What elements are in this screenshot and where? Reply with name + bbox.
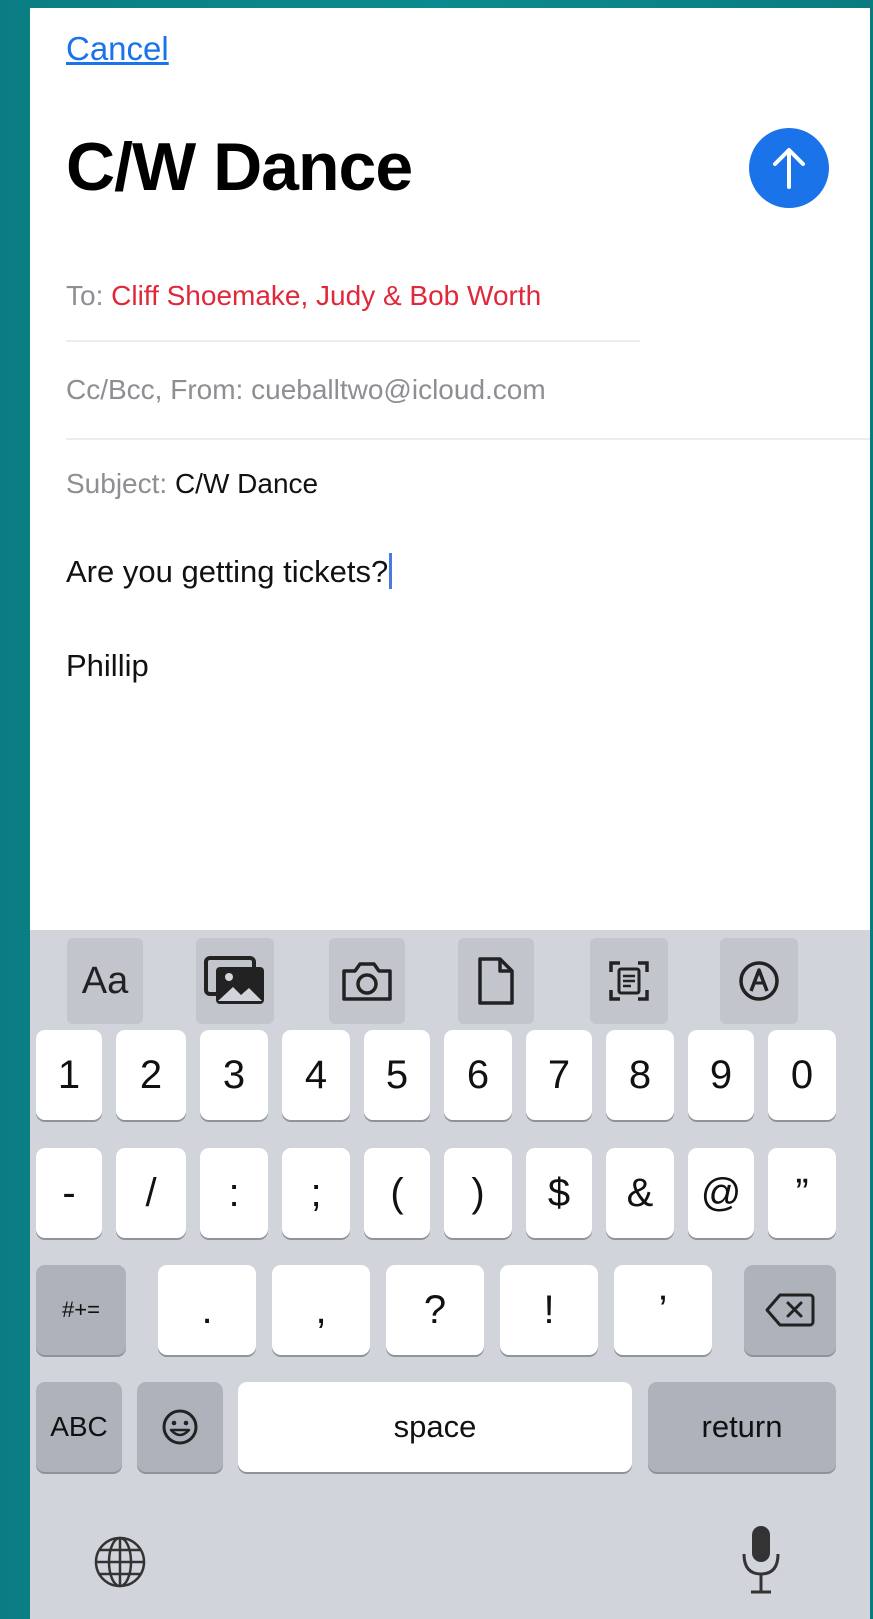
emoji-icon <box>162 1409 198 1445</box>
scan-document-button[interactable] <box>590 938 668 1024</box>
delete-key[interactable] <box>744 1265 836 1355</box>
document-icon <box>478 957 514 1005</box>
subject-field[interactable]: Subject: C/W Dance <box>66 468 318 500</box>
markup-icon <box>739 961 779 1001</box>
message-text: Are you getting tickets? <box>66 554 389 589</box>
key-period[interactable]: . <box>158 1265 256 1355</box>
cc-bcc-from-field[interactable]: Cc/Bcc, From: cueballtwo@icloud.com <box>66 374 546 406</box>
key-2[interactable]: 2 <box>116 1030 186 1120</box>
key-7[interactable]: 7 <box>526 1030 592 1120</box>
key-5[interactable]: 5 <box>364 1030 430 1120</box>
format-button[interactable]: Aa <box>67 938 143 1024</box>
delete-backspace-icon <box>765 1293 815 1327</box>
mail-compose-screen: Cancel C/W Dance To: Cliff Shoemake, Jud… <box>30 8 870 1619</box>
cancel-button[interactable]: Cancel <box>66 30 169 68</box>
cc-bcc-from-label: Cc/Bcc, From: <box>66 374 244 405</box>
attach-document-button[interactable] <box>458 938 534 1024</box>
globe-button[interactable] <box>90 1532 150 1592</box>
key-close-paren[interactable]: ) <box>444 1148 512 1238</box>
microphone-icon <box>742 1526 780 1594</box>
key-6[interactable]: 6 <box>444 1030 512 1120</box>
key-0[interactable]: 0 <box>768 1030 836 1120</box>
format-label: Aa <box>81 959 129 1002</box>
globe-icon <box>94 1536 146 1588</box>
compose-title: C/W Dance <box>66 129 413 205</box>
abc-key[interactable]: ABC <box>36 1382 122 1472</box>
to-field[interactable]: To: Cliff Shoemake, Judy & Bob Worth <box>66 280 541 312</box>
signature[interactable]: Phillip <box>66 648 149 684</box>
key-semicolon[interactable]: ; <box>282 1148 350 1238</box>
key-quote[interactable]: ” <box>768 1148 836 1238</box>
from-address: cueballtwo@icloud.com <box>251 374 546 405</box>
text-cursor <box>389 553 393 589</box>
key-comma[interactable]: , <box>272 1265 370 1355</box>
emoji-key[interactable] <box>137 1382 223 1472</box>
return-key[interactable]: return <box>648 1382 836 1472</box>
key-slash[interactable]: / <box>116 1148 186 1238</box>
key-ampersand[interactable]: & <box>606 1148 674 1238</box>
dictation-button[interactable] <box>736 1522 786 1602</box>
more-symbols-key[interactable]: #+= <box>36 1265 126 1355</box>
camera-button[interactable] <box>329 938 405 1024</box>
key-question[interactable]: ? <box>386 1265 484 1355</box>
key-exclamation[interactable]: ! <box>500 1265 598 1355</box>
camera-icon <box>342 962 392 1001</box>
key-dollar[interactable]: $ <box>526 1148 592 1238</box>
markup-button[interactable] <box>720 938 798 1024</box>
divider <box>66 438 870 440</box>
send-button[interactable] <box>749 128 829 208</box>
arrow-up-icon <box>773 148 805 189</box>
subject-value[interactable]: C/W Dance <box>175 468 318 499</box>
scan-document-icon <box>609 961 649 1001</box>
key-colon[interactable]: : <box>200 1148 268 1238</box>
photo-library-icon <box>204 956 264 1004</box>
keyboard: Aa 1 2 3 4 5 6 7 8 9 0 - /: ; () $ & @… <box>30 930 870 1619</box>
message-body-line[interactable]: Are you getting tickets? <box>66 553 393 590</box>
to-label: To: <box>66 280 104 311</box>
key-at[interactable]: @ <box>688 1148 754 1238</box>
key-3[interactable]: 3 <box>200 1030 268 1120</box>
space-key[interactable]: space <box>238 1382 632 1472</box>
key-8[interactable]: 8 <box>606 1030 674 1120</box>
to-recipients[interactable]: Cliff Shoemake, Judy & Bob Worth <box>111 280 541 311</box>
key-1[interactable]: 1 <box>36 1030 102 1120</box>
subject-label: Subject: <box>66 468 168 499</box>
key-open-paren[interactable]: ( <box>364 1148 430 1238</box>
divider <box>66 340 640 342</box>
key-4[interactable]: 4 <box>282 1030 350 1120</box>
key-hyphen[interactable]: - <box>36 1148 102 1238</box>
key-9[interactable]: 9 <box>688 1030 754 1120</box>
photo-library-button[interactable] <box>196 938 274 1024</box>
key-apostrophe[interactable]: ’ <box>614 1265 712 1355</box>
